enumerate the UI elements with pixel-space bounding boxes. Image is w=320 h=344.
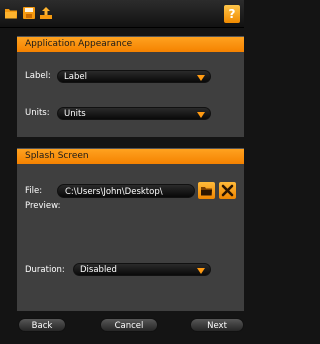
label-caption: Label: — [25, 71, 51, 81]
help-label: ? — [228, 7, 236, 21]
help-button[interactable]: ? — [224, 5, 240, 23]
label-select[interactable]: Label — [57, 70, 211, 83]
cancel-button[interactable]: Cancel — [100, 318, 158, 332]
back-button[interactable]: Back — [18, 318, 66, 332]
close-icon — [221, 184, 234, 197]
browse-folder-button[interactable] — [198, 182, 215, 199]
next-button[interactable]: Next — [190, 318, 244, 332]
back-button-label: Back — [31, 321, 53, 331]
export-icon[interactable] — [39, 6, 53, 20]
chevron-down-icon — [197, 268, 205, 274]
file-caption: File: — [25, 186, 43, 196]
duration-caption: Duration: — [25, 265, 65, 275]
toolbar: ? — [0, 0, 244, 28]
file-path-value: C:\Users\John\Desktop\ — [65, 187, 163, 197]
appearance-panel: Application Appearance Label: Label Unit… — [17, 36, 244, 137]
folder-open-icon[interactable] — [4, 6, 18, 20]
splash-panel: Splash Screen File: C:\Users\John\Deskto… — [17, 148, 244, 311]
duration-select[interactable]: Disabled — [73, 263, 211, 276]
clear-file-button[interactable] — [219, 182, 236, 199]
folder-icon — [201, 187, 212, 196]
chevron-down-icon — [197, 75, 205, 81]
chevron-down-icon — [197, 112, 205, 118]
appearance-header: Application Appearance — [17, 37, 244, 52]
next-button-label: Next — [207, 321, 227, 331]
save-icon[interactable] — [22, 6, 36, 20]
preview-caption: Preview: — [25, 201, 61, 211]
cancel-button-label: Cancel — [114, 321, 144, 331]
units-caption: Units: — [25, 108, 50, 118]
preview-area — [25, 213, 235, 261]
label-select-value: Label — [64, 72, 87, 82]
units-select[interactable]: Units — [57, 107, 211, 120]
units-select-value: Units — [64, 109, 86, 119]
duration-select-value: Disabled — [80, 265, 117, 275]
file-path-field[interactable]: C:\Users\John\Desktop\ — [57, 184, 195, 198]
splash-header: Splash Screen — [17, 149, 244, 164]
